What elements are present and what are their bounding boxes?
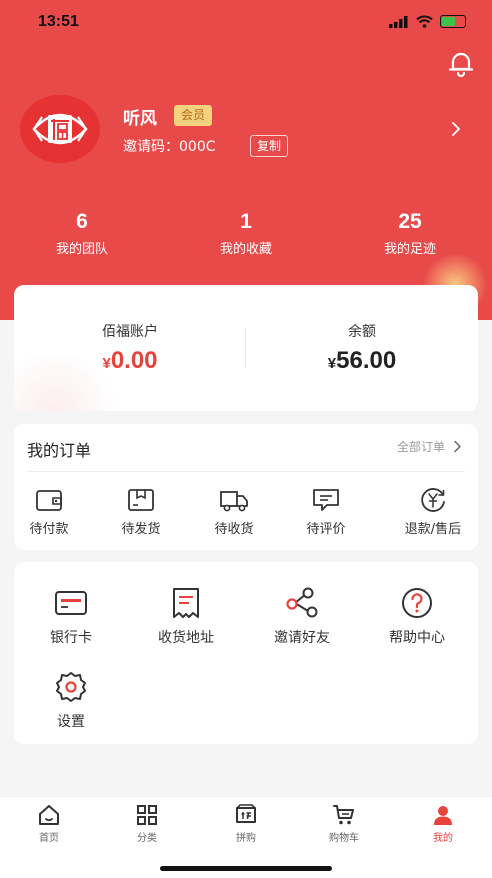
currency-symbol: ¥ <box>102 355 111 372</box>
service-help-center[interactable]: 帮助中心 <box>367 586 467 647</box>
package-icon <box>128 489 154 511</box>
service-label: 设置 <box>57 714 85 730</box>
account-card: 佰福账户 ¥0.00 余额 ¥56.00 <box>14 285 478 411</box>
all-orders-label: 全部订单 <box>396 440 445 454</box>
tab-category[interactable]: 分类 <box>98 803 196 844</box>
stat-value: 6 <box>76 210 88 233</box>
tab-group-buy[interactable]: 拼购 <box>197 803 295 844</box>
order-label: 待付款 <box>29 522 69 537</box>
order-label: 待收货 <box>214 522 254 537</box>
cart-icon <box>333 805 354 825</box>
share-icon <box>286 587 318 618</box>
divider <box>27 471 465 472</box>
stat-value: 1 <box>240 210 252 233</box>
notification-bell-icon[interactable] <box>446 48 476 78</box>
user-name: 听风 <box>123 109 157 129</box>
profile-icon <box>434 806 452 825</box>
status-icons <box>389 15 466 28</box>
order-pending-receipt[interactable]: 待收货 <box>196 486 272 537</box>
stat-value: 25 <box>398 210 422 233</box>
tab-label: 分类 <box>137 833 157 844</box>
service-label: 帮助中心 <box>389 630 445 646</box>
service-address[interactable]: 收货地址 <box>136 586 236 647</box>
home-icon <box>39 805 59 825</box>
order-pending-review[interactable]: 待评价 <box>288 486 364 537</box>
stat-footprint[interactable]: 25 我的足迹 <box>355 208 465 257</box>
chevron-right-icon[interactable] <box>449 121 463 137</box>
currency-symbol: ¥ <box>327 355 337 372</box>
invite-code-row: 邀请码：000C <box>123 136 216 156</box>
truck-icon <box>220 491 248 512</box>
service-invite-friends[interactable]: 邀请好友 <box>252 586 352 647</box>
service-label: 邀请好友 <box>274 630 330 646</box>
home-indicator <box>160 866 332 871</box>
stat-team[interactable]: 6 我的团队 <box>27 208 137 257</box>
order-refund[interactable]: 退款/售后 <box>392 486 474 537</box>
signal-icon <box>389 15 408 28</box>
status-time: 13:51 <box>38 13 79 30</box>
stat-label: 我的团队 <box>55 242 108 257</box>
tab-label: 购物车 <box>329 833 359 844</box>
account-amount: 0.00 <box>110 347 158 374</box>
orders-card: 我的订单 全部订单 待付款 待发货 待收货 待评价 退款/售后 <box>14 424 478 550</box>
order-label: 退款/售后 <box>404 522 462 537</box>
order-label: 待评价 <box>306 522 346 537</box>
tab-mine[interactable]: 我的 <box>394 803 492 844</box>
account-value: ¥0.00 <box>14 347 246 375</box>
address-icon <box>173 588 199 618</box>
invite-code-value: 000C <box>179 139 216 155</box>
services-card: 银行卡 收货地址 邀请好友 帮助中心 设置 <box>14 562 478 744</box>
tab-label: 我的 <box>433 833 453 844</box>
battery-icon <box>440 15 466 28</box>
account-balance-main[interactable]: 余额 ¥56.00 <box>246 321 478 375</box>
fu-logo-icon[interactable] <box>20 95 100 163</box>
service-label: 银行卡 <box>50 630 92 646</box>
group-buy-icon <box>236 804 256 823</box>
balance-label: 余额 <box>348 324 376 340</box>
balance-value: ¥56.00 <box>246 347 478 375</box>
copy-button[interactable]: 复制 <box>250 135 289 157</box>
stat-favorites[interactable]: 1 我的收藏 <box>191 208 301 257</box>
tab-label: 拼购 <box>236 833 256 844</box>
help-icon <box>402 588 432 618</box>
account-label: 佰福账户 <box>102 324 158 340</box>
account-balance-fu[interactable]: 佰福账户 ¥0.00 <box>14 321 246 375</box>
refund-icon <box>421 488 445 512</box>
invite-code-label: 邀请码： <box>123 139 179 155</box>
orders-title: 我的订单 <box>27 441 92 460</box>
wifi-icon <box>416 15 433 28</box>
tab-cart[interactable]: 购物车 <box>295 803 393 844</box>
all-orders-link[interactable]: 全部订单 <box>397 438 462 455</box>
settings-icon <box>56 672 86 702</box>
tab-label: 首页 <box>39 833 59 844</box>
order-pending-payment[interactable]: 待付款 <box>11 486 87 537</box>
status-bar: 13:51 <box>0 0 492 48</box>
category-icon <box>137 805 157 825</box>
chevron-right-icon <box>454 440 461 453</box>
comment-icon <box>313 489 339 511</box>
service-label: 收货地址 <box>158 630 214 646</box>
balance-amount: 56.00 <box>336 347 397 374</box>
service-bank-card[interactable]: 银行卡 <box>21 586 121 647</box>
stat-label: 我的收藏 <box>219 242 272 257</box>
member-badge: 会员 <box>174 105 213 126</box>
service-settings[interactable]: 设置 <box>21 670 121 731</box>
wallet-icon <box>36 490 62 511</box>
tab-home[interactable]: 首页 <box>0 803 98 844</box>
order-label: 待发货 <box>121 522 161 537</box>
stat-label: 我的足迹 <box>383 242 436 257</box>
bank-card-icon <box>55 591 87 615</box>
order-pending-shipment[interactable]: 待发货 <box>103 486 179 537</box>
